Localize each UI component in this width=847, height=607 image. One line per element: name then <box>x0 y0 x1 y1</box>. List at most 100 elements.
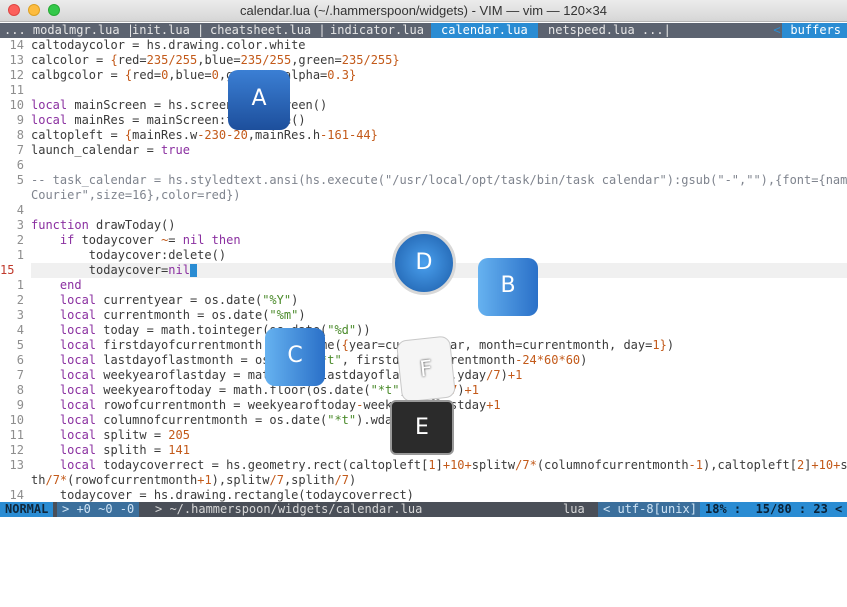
vim-statusline: NORMAL > +0 ~0 -0 > ~/.hammerspoon/widge… <box>0 502 847 517</box>
title-bar: calendar.lua (~/.hammerspoon/widgets) - … <box>0 0 847 22</box>
code-token: 60 <box>565 353 581 367</box>
code-token: * <box>558 353 566 367</box>
code-token: * <box>536 353 544 367</box>
line-number: 2 <box>16 233 24 247</box>
app-letter-b: B <box>500 273 516 298</box>
code-token: function <box>31 218 89 232</box>
code-line: 10 local mainScreen = hs.screen.mainScree… <box>0 98 847 113</box>
code-token: / <box>45 473 53 487</box>
code-token: local <box>31 113 68 127</box>
line-number: 14 <box>9 488 24 502</box>
code-token: 24 <box>522 353 537 367</box>
code-comment: -- task_calendar = hs.styledtext.ansi(hs… <box>31 173 847 187</box>
code-line: 11 <box>0 83 847 98</box>
tab-netspeed[interactable]: netspeed.lua ...| <box>544 23 675 38</box>
code-text: local splitw = 205 <box>59 428 190 442</box>
tab-init[interactable]: init.lua | <box>128 23 208 38</box>
tab-indicator[interactable]: indicator.lua <box>326 23 428 38</box>
code-line: 12 calbgcolor = {red=0,blue=0,green=0,alp… <box>0 68 847 83</box>
code-token: } <box>659 338 667 352</box>
code-text: local todaycoverrect = hs.geometry.rect(… <box>59 458 847 472</box>
code-token: 255 <box>175 53 198 67</box>
file-path: > ~/.hammerspoon/widgets/calendar.lua <box>155 502 423 516</box>
code-token: } <box>348 68 357 82</box>
app-letter-d: D <box>415 250 433 275</box>
d-app-icon[interactable]: D <box>392 231 456 295</box>
line-number: 9 <box>16 398 24 412</box>
code-token: + <box>442 458 451 472</box>
code-token: 7 <box>493 368 501 382</box>
code-text: local splith = 141 <box>59 443 190 457</box>
code-text: launch_calendar = true <box>31 143 190 157</box>
line-number: 5 <box>16 338 24 352</box>
code-token: "%d" <box>327 323 357 337</box>
code-token: 44 <box>356 128 371 142</box>
code-text: function drawToday() <box>31 218 176 232</box>
code-token: 0 <box>211 68 219 82</box>
code-token: 7 <box>341 473 349 487</box>
tab-modalmgr[interactable]: ... modalmgr.lua | <box>0 23 138 38</box>
code-line: 5 -- task_calendar = hs.styledtext.ansi(h… <box>0 173 847 188</box>
code-token: 10 <box>450 458 465 472</box>
tab-cheatsheet[interactable]: cheatsheet.lua | <box>206 23 330 38</box>
code-token: then <box>211 233 241 247</box>
code-token: 205 <box>168 428 190 442</box>
f-app-icon[interactable]: F <box>395 335 457 403</box>
code-token: local <box>59 368 97 382</box>
line-number: 12 <box>9 68 24 82</box>
code-token: 1 <box>695 458 704 472</box>
line-number: 8 <box>16 128 24 142</box>
line-number: 6 <box>16 353 24 367</box>
code-token: local <box>59 353 97 367</box>
app-letter-a: A <box>251 86 267 111</box>
code-token: 235 <box>146 53 169 67</box>
code-text: caltodaycolor = hs.drawing.color.white <box>31 38 306 52</box>
code-line: th/7*(rowofcurrentmonth+1),splitw/7,spli… <box>0 473 847 488</box>
vim-command-line[interactable] <box>0 518 847 536</box>
code-token: 0 <box>161 68 169 82</box>
buffers-indicator[interactable]: < buffers <box>773 23 847 38</box>
a-app-icon[interactable]: A <box>228 70 290 130</box>
code-token: local <box>59 398 97 412</box>
git-status: > +0 ~0 -0 <box>57 502 140 517</box>
code-token: / <box>363 53 371 67</box>
code-token: 7 <box>522 458 530 472</box>
line-number: 13 <box>9 458 24 472</box>
line-number: 11 <box>9 83 24 97</box>
code-token: { <box>124 68 133 82</box>
code-token: ~ <box>161 233 169 247</box>
code-token: 60 <box>544 353 559 367</box>
code-text: calbgcolor = {red=0,blue=0,green=0,alpha… <box>31 68 357 82</box>
e-app-icon[interactable]: E <box>390 400 454 455</box>
current-line-number: 15 <box>0 263 15 277</box>
code-token: 10 <box>818 458 834 472</box>
tab-calendar[interactable]: calendar.lua <box>431 23 538 38</box>
code-token: local <box>59 383 97 397</box>
code-line: 13 local todaycoverrect = hs.geometry.re… <box>0 458 847 473</box>
code-token: 235 <box>240 53 263 67</box>
b-app-icon[interactable]: B <box>478 258 538 316</box>
code-token: * <box>59 473 68 487</box>
code-token: 1 <box>515 368 523 382</box>
c-app-icon[interactable]: C <box>265 328 325 386</box>
file-encoding: < utf-8[unix] < <box>598 502 717 517</box>
code-token: 1 <box>493 398 501 412</box>
code-text: local currentyear = os.date("%Y") <box>59 293 299 307</box>
code-text: local firstdayofcurrentmonth = os.time({… <box>59 338 675 352</box>
line-number: 3 <box>16 308 24 322</box>
line-number: 10 <box>9 413 24 427</box>
line-number: 12 <box>9 443 24 457</box>
line-number: 8 <box>16 383 24 397</box>
code-token: true <box>161 143 190 157</box>
code-token: } <box>370 128 378 142</box>
line-number: 5 <box>16 173 24 187</box>
code-token: 1 <box>204 473 212 487</box>
code-text: local currentmonth = os.date("%m") <box>59 308 306 322</box>
code-line: 14 todaycover = hs.drawing.rectangle(tod… <box>0 488 847 503</box>
line-number: 4 <box>16 323 24 337</box>
app-letter-f: F <box>418 356 434 383</box>
code-token: } <box>392 53 400 67</box>
code-comment: Courier",size=16},color=red}) <box>31 188 241 202</box>
code-token: - <box>688 458 696 472</box>
code-text: calcolor = {red=235/255,blue=235/255,gre… <box>31 53 400 67</box>
